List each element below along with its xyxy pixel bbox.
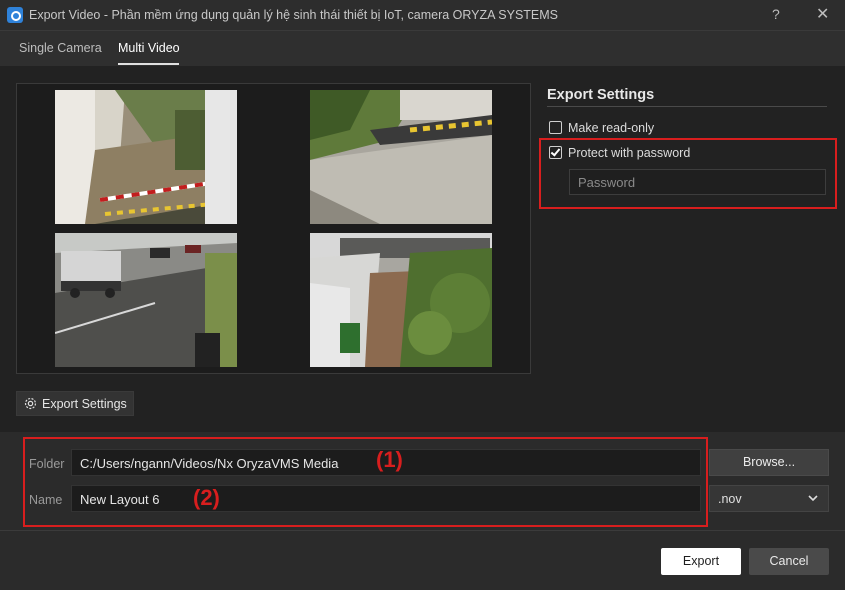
app-logo-icon — [7, 7, 23, 23]
read-only-checkbox[interactable] — [549, 121, 562, 134]
protect-password-label: Protect with password — [568, 146, 691, 160]
annotation-1: (1) — [376, 447, 403, 472]
export-button[interactable]: Export — [661, 548, 741, 575]
export-settings-button-label: Export Settings — [42, 397, 127, 411]
camera-feed-1[interactable] — [55, 90, 237, 224]
password-input[interactable] — [569, 169, 826, 195]
cancel-button[interactable]: Cancel — [749, 548, 829, 575]
chevron-down-icon — [807, 492, 819, 507]
folder-label: Folder — [29, 457, 65, 471]
extension-select[interactable]: .nov — [709, 485, 829, 512]
camera-feed-3[interactable] — [55, 233, 237, 367]
active-tab-indicator — [118, 63, 179, 65]
extension-value: .nov — [718, 492, 742, 506]
close-button[interactable]: ✕ — [816, 4, 829, 24]
export-settings-button[interactable]: Export Settings — [16, 391, 134, 416]
tab-single-camera[interactable]: Single Camera — [19, 41, 102, 55]
gear-icon — [23, 396, 38, 414]
video-preview-panel — [16, 83, 531, 374]
protect-password-option[interactable]: Protect with password — [549, 146, 690, 160]
make-read-only-option[interactable]: Make read-only — [549, 121, 654, 135]
browse-button[interactable]: Browse... — [709, 449, 829, 476]
help-button[interactable]: ? — [772, 6, 780, 22]
divider — [547, 106, 827, 107]
tab-bar: Single Camera Multi Video — [0, 31, 845, 66]
window-title: Export Video - Phần mềm ứng dụng quản lý… — [29, 8, 559, 22]
protect-password-checkbox[interactable] — [549, 146, 562, 159]
title-bar: Export Video - Phần mềm ứng dụng quản lý… — [0, 0, 845, 31]
read-only-label: Make read-only — [568, 121, 655, 135]
name-field[interactable]: New Layout 6 — [71, 485, 701, 512]
tab-multi-video[interactable]: Multi Video — [118, 41, 180, 55]
export-settings-heading: Export Settings — [547, 87, 655, 103]
camera-feed-2[interactable] — [310, 90, 492, 224]
annotation-2: (2) — [193, 485, 220, 510]
camera-feed-4[interactable] — [310, 233, 492, 367]
name-label: Name — [29, 493, 63, 507]
